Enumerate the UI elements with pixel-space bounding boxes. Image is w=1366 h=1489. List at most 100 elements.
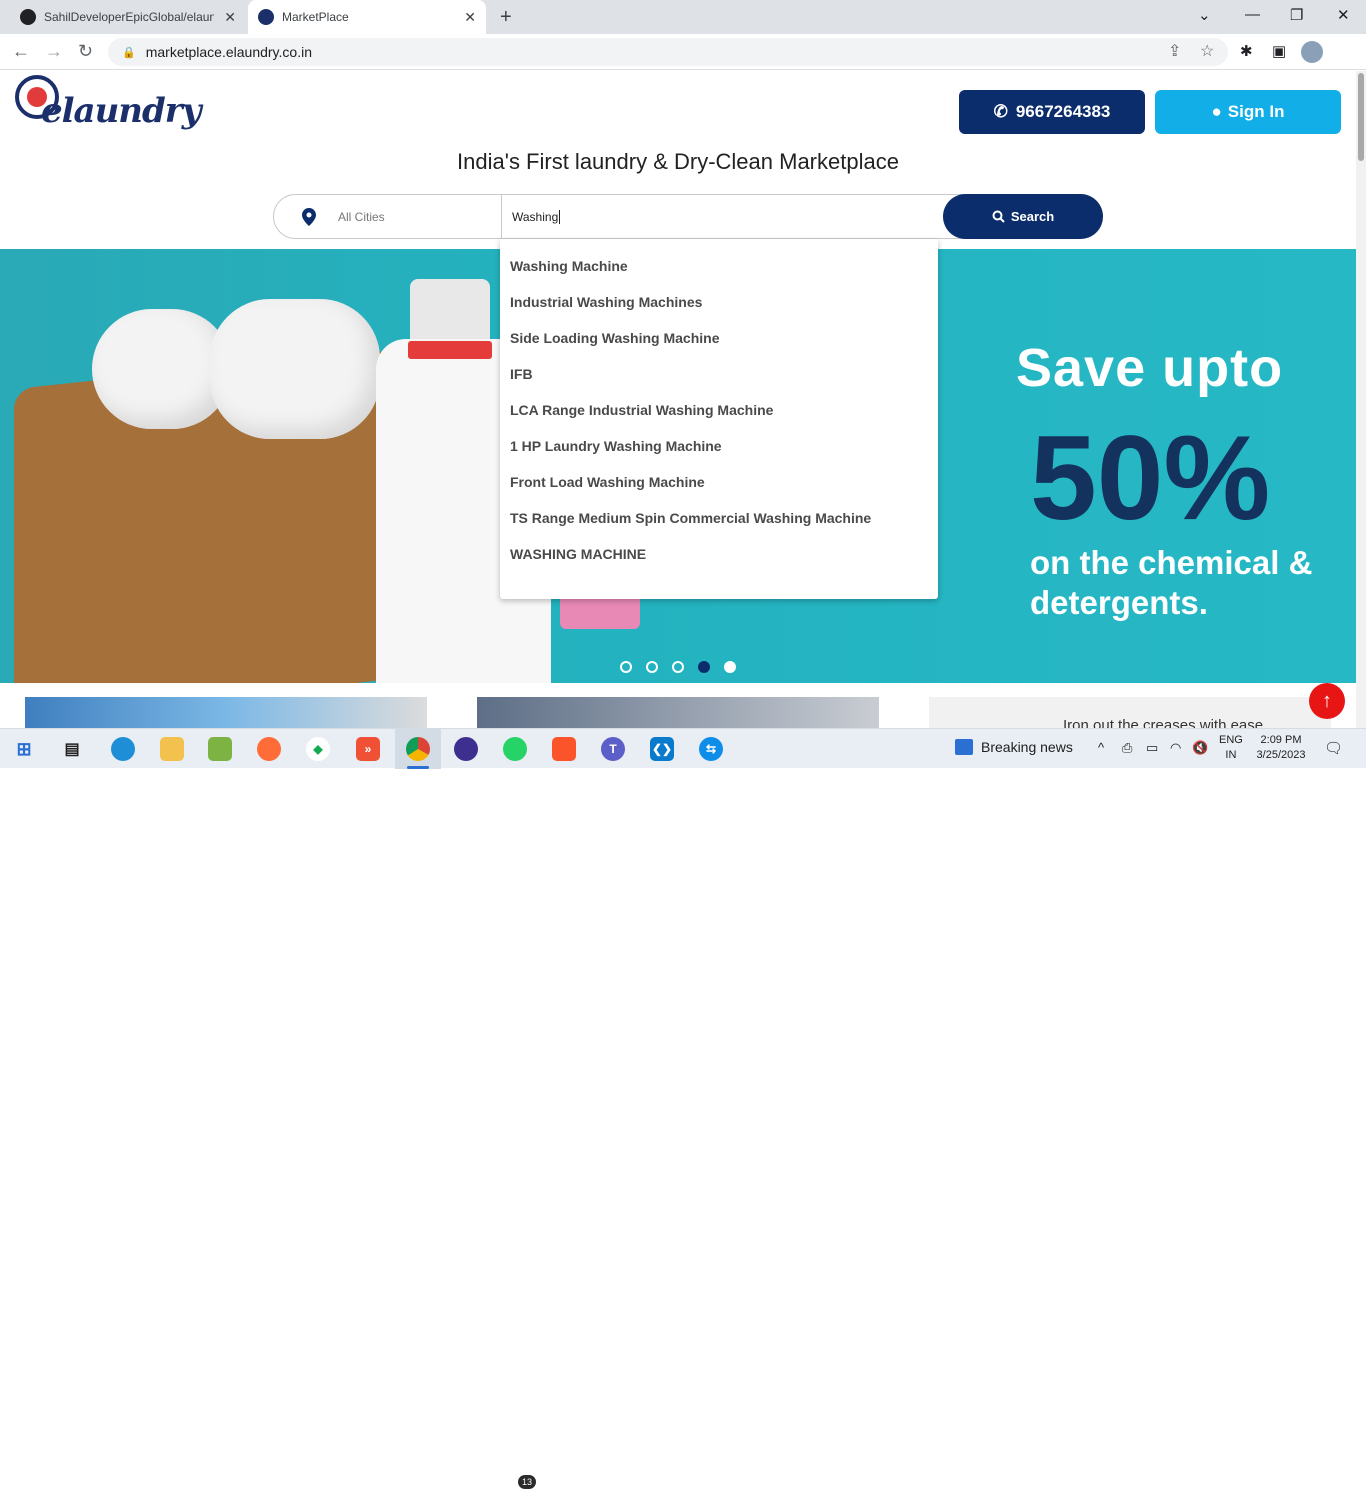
language-region: IN — [1225, 749, 1237, 761]
battery-icon[interactable]: ▭ — [1146, 740, 1158, 756]
close-tab-icon[interactable]: ✕ — [464, 9, 476, 26]
browser-tab-strip: SahilDeveloperEpicGlobal/elaund ✕ Market… — [0, 0, 1366, 34]
tab-github[interactable]: SahilDeveloperEpicGlobal/elaund ✕ — [12, 0, 246, 34]
chrome-icon[interactable] — [406, 737, 430, 761]
suggestion-item[interactable]: IFB — [500, 356, 938, 392]
lock-icon: 🔒 — [122, 46, 136, 59]
city-placeholder: All Cities — [338, 209, 385, 224]
suggestion-item[interactable]: Industrial Washing Machines — [500, 284, 938, 320]
language-code: ENG — [1219, 734, 1243, 746]
edge-icon[interactable] — [111, 737, 135, 761]
tray-chevron-icon[interactable]: ^ — [1098, 740, 1104, 755]
close-tab-icon[interactable]: ✕ — [224, 9, 236, 26]
search-bar: All Cities Washing Search — [273, 194, 1103, 239]
suggestion-item[interactable]: Side Loading Washing Machine — [500, 320, 938, 356]
share-icon[interactable]: ⇪ — [1168, 41, 1181, 61]
scroll-to-top-button[interactable]: ↑ — [1309, 683, 1345, 719]
phone-number: 9667264383 — [1015, 102, 1111, 121]
suggestion-item[interactable]: LCA Range Industrial Washing Machine — [500, 392, 938, 428]
minimize-icon[interactable]: — — [1245, 6, 1260, 23]
brave-icon[interactable] — [552, 737, 576, 761]
notepad-plus-icon[interactable] — [208, 737, 232, 761]
news-icon — [955, 739, 973, 755]
task-view-icon[interactable]: ▤ — [60, 737, 84, 761]
suggestion-item[interactable]: 1 HP Laundry Washing Machine — [500, 428, 938, 464]
taskbar: ⊞ ▤ ◆ » 13 T ❮❯ ⇆ Breaking news ^ ⎙ ▭ ◠ … — [0, 728, 1366, 1489]
url-text: marketplace.elaundry.co.in — [145, 44, 312, 60]
search-input-value: Washing — [512, 209, 559, 224]
sign-in-button[interactable]: ● Sign In — [1155, 90, 1341, 134]
search-suggestions: Washing Machine Industrial Washing Machi… — [500, 239, 938, 599]
phone-button[interactable]: ✆ 9667264383 — [959, 90, 1145, 134]
wifi-icon[interactable]: ◠ — [1170, 740, 1181, 756]
github-icon — [20, 9, 36, 25]
system-clock[interactable]: 2:09 PM 3/25/2023 — [1256, 733, 1306, 763]
search-button[interactable]: Search — [943, 194, 1103, 239]
file-explorer-icon[interactable] — [160, 737, 184, 761]
meet-now-icon[interactable]: ⎙ — [1122, 740, 1132, 756]
restore-icon[interactable]: ❐ — [1290, 6, 1303, 24]
bookmark-star-icon[interactable]: ☆ — [1200, 41, 1214, 61]
sign-in-label: Sign In — [1227, 102, 1285, 121]
carousel-dot[interactable] — [620, 661, 632, 673]
promo-headline: Save upto — [1016, 338, 1284, 398]
reload-icon[interactable]: ↻ — [78, 41, 93, 62]
news-widget[interactable]: Breaking news — [955, 739, 1073, 755]
url-field[interactable]: 🔒 marketplace.elaundry.co.in — [108, 38, 1228, 66]
forward-icon[interactable]: → — [45, 41, 63, 62]
user-icon: ● — [1211, 102, 1222, 121]
profile-avatar[interactable] — [1301, 41, 1323, 63]
suggestion-item[interactable]: Washing Machine — [500, 248, 938, 284]
mongodb-compass-icon[interactable]: ◆ — [306, 737, 330, 761]
windows-start-icon[interactable]: ⊞ — [12, 737, 36, 761]
extensions-puzzle-icon[interactable]: ✱ — [1240, 42, 1253, 60]
logo-text: elaundry — [41, 91, 201, 131]
suggestion-item[interactable]: WASHING MACHINE — [500, 536, 938, 572]
postman-icon[interactable] — [257, 737, 281, 761]
vscode-icon[interactable]: ❮❯ — [650, 737, 674, 761]
carousel-dots — [620, 661, 736, 673]
tab-title: MarketPlace — [282, 10, 349, 24]
page-scrollbar[interactable] — [1356, 71, 1366, 728]
page: elaundry ✆ 9667264383 ● Sign In India's … — [0, 71, 1356, 728]
carousel-dot-active[interactable] — [698, 661, 710, 673]
clock-time: 2:09 PM — [1260, 734, 1302, 746]
text-caret — [559, 209, 561, 224]
elaundry-favicon-icon — [258, 9, 274, 25]
carousel-dot[interactable] — [724, 661, 736, 673]
search-icon — [992, 210, 1005, 223]
carousel-dot[interactable] — [646, 661, 658, 673]
service-card[interactable]: Iron out the creases with ease — [929, 697, 1331, 728]
promo-subtext: on the chemical & detergents. — [1030, 544, 1313, 621]
bottle-cap-image — [408, 341, 492, 359]
service-card[interactable] — [25, 697, 427, 728]
carousel-dot[interactable] — [672, 661, 684, 673]
volume-muted-icon[interactable]: 🔇 — [1192, 740, 1208, 756]
scrollbar-thumb[interactable] — [1358, 73, 1364, 161]
elaundry-logo[interactable]: elaundry — [15, 75, 201, 147]
side-panel-icon[interactable]: ▣ — [1272, 42, 1286, 60]
service-card[interactable] — [477, 697, 879, 728]
location-pin-icon — [302, 207, 316, 226]
tab-marketplace[interactable]: MarketPlace ✕ — [248, 0, 486, 34]
tab-search-chevron-icon[interactable]: ⌄ — [1198, 6, 1211, 24]
tab-title: SahilDeveloperEpicGlobal/elaund — [44, 10, 214, 24]
notification-icon[interactable]: 🗨 — [1324, 739, 1343, 757]
new-tab-icon[interactable]: + — [500, 6, 512, 29]
teams-icon[interactable]: T — [601, 737, 625, 761]
git-icon[interactable]: » — [356, 737, 380, 761]
address-bar: ← → ↻ 🔒 marketplace.elaundry.co.in ⇪ ☆ ✱… — [0, 34, 1366, 70]
service-card-text: Iron out the creases with ease — [1063, 717, 1264, 728]
whatsapp-badge: 13 — [518, 1475, 536, 1489]
suggestion-item[interactable]: TS Range Medium Spin Commercial Washing … — [500, 500, 938, 536]
back-icon[interactable]: ← — [12, 41, 30, 62]
eclipse-icon[interactable] — [454, 737, 478, 761]
search-input[interactable]: Washing — [501, 195, 944, 238]
city-selector[interactable]: All Cities — [274, 195, 501, 238]
whatsapp-icon[interactable] — [503, 737, 527, 761]
close-window-icon[interactable]: ✕ — [1337, 6, 1350, 24]
suggestion-item[interactable]: Front Load Washing Machine — [500, 464, 938, 500]
page-tagline: India's First laundry & Dry-Clean Market… — [457, 149, 899, 174]
teamviewer-icon[interactable]: ⇆ — [699, 737, 723, 761]
language-indicator[interactable]: ENG IN — [1219, 733, 1243, 763]
